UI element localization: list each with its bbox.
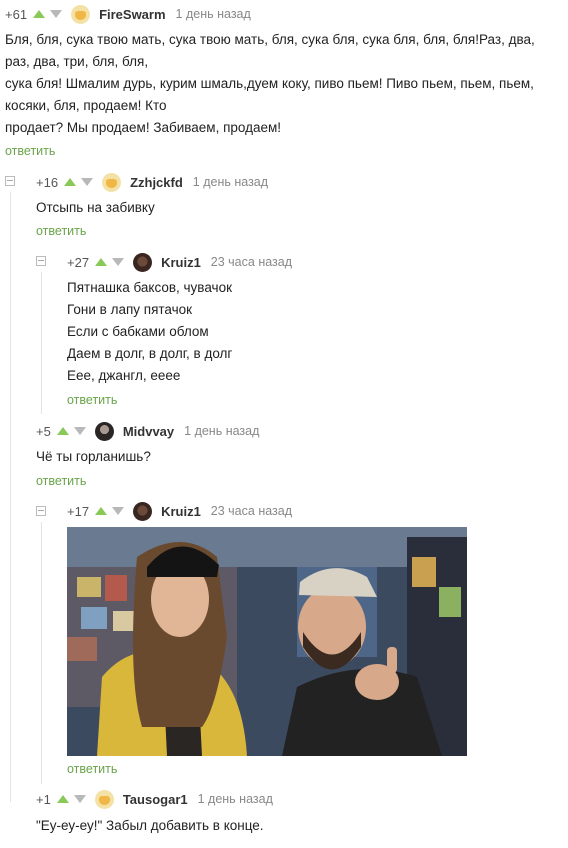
comment-text-line: продает? Мы продаем! Забиваем, продаем! (5, 120, 282, 135)
comment-text-line: Еее, джангл, ееее (67, 368, 181, 383)
comment-text-line: сука бля! Шмалим дурь, курим шмаль,дуем … (5, 76, 534, 91)
avatar[interactable] (71, 4, 91, 24)
comment-author[interactable]: Zzhjckfd (130, 175, 183, 190)
upvote-icon[interactable] (56, 427, 69, 435)
comment-time[interactable]: 1 день назад (193, 175, 268, 189)
comment-header: +16 Zzhjckfd 1 день назад (36, 172, 268, 192)
avatar[interactable] (133, 501, 153, 521)
comment-body: Пятнашка баксов, чувачок Гони в лапу пят… (67, 277, 232, 387)
comment-author[interactable]: Kruiz1 (161, 255, 201, 270)
upvote-icon[interactable] (56, 795, 69, 803)
comment-rating: +16 (36, 174, 59, 190)
collapse-icon[interactable] (36, 256, 46, 266)
comment-rating: +17 (67, 503, 90, 519)
comment-text-line: Бля, бля, сука твою мать, сука твою мать… (5, 32, 535, 47)
comment-rating: +1 (36, 791, 51, 807)
thread-line[interactable] (41, 522, 42, 784)
avatar[interactable] (102, 172, 122, 192)
downvote-icon[interactable] (73, 427, 86, 435)
comment-image[interactable] (67, 527, 467, 756)
reply-link[interactable]: ответить (67, 762, 117, 776)
avatar[interactable] (94, 789, 114, 809)
comment-body: Отсыпь на забивку (36, 197, 155, 219)
comment-time[interactable]: 1 день назад (176, 7, 251, 21)
comment-body: "Еу-еу-еу!" Забыл добавить в конце. (36, 815, 264, 837)
downvote-icon[interactable] (112, 507, 125, 515)
upvote-icon[interactable] (64, 178, 77, 186)
comment-time[interactable]: 1 день назад (184, 424, 259, 438)
comment-image-graphic (67, 527, 467, 756)
upvote-icon[interactable] (33, 10, 46, 18)
comment-body: Чё ты горланишь? (36, 446, 151, 468)
comment-header: +17 Kruiz1 23 часа назад (67, 501, 292, 521)
reply-link[interactable]: ответить (67, 393, 117, 407)
comment-author[interactable]: Tausogar1 (123, 792, 188, 807)
thread-line[interactable] (41, 272, 42, 414)
downvote-icon[interactable] (73, 795, 86, 803)
comment-author[interactable]: Midvvay (123, 424, 174, 439)
comment-header: +1 Tausogar1 1 день назад (36, 789, 273, 809)
comment-text-line: "Еу-еу-еу!" Забыл добавить в конце. (36, 818, 264, 833)
collapse-icon[interactable] (36, 506, 46, 516)
comment-text-line: Отсыпь на забивку (36, 200, 155, 215)
comment-text-line: Даем в долг, в долг, в долг (67, 346, 233, 361)
downvote-icon[interactable] (112, 258, 125, 266)
comment-header: +27 Kruiz1 23 часа назад (67, 252, 292, 272)
upvote-icon[interactable] (95, 258, 108, 266)
reply-link[interactable]: ответить (36, 224, 86, 238)
comment-header: +61 FireSwarm 1 день назад (5, 4, 251, 24)
comment-body: Бля, бля, сука твою мать, сука твою мать… (5, 29, 563, 139)
downvote-icon[interactable] (81, 178, 94, 186)
collapse-icon[interactable] (5, 176, 15, 186)
comment-author[interactable]: Kruiz1 (161, 504, 201, 519)
comment-author[interactable]: FireSwarm (99, 7, 165, 22)
comment-text-line: раз, два, три, бля, бля, (5, 54, 149, 69)
comment-text-line: Чё ты горланишь? (36, 449, 151, 464)
comment-time[interactable]: 23 часа назад (211, 255, 292, 269)
comment-text-line: Гони в лапу пятачок (67, 302, 193, 317)
avatar[interactable] (133, 252, 153, 272)
comment-rating: +27 (67, 254, 90, 270)
downvote-icon[interactable] (50, 10, 63, 18)
comment-text-line: Пятнашка баксов, чувачок (67, 280, 232, 295)
comment-text-line: Если с бабками облом (67, 324, 209, 339)
comment-text-line: косяки, бля, продаем! Кто (5, 98, 167, 113)
reply-link[interactable]: ответить (5, 144, 55, 158)
comment-rating: +61 (5, 6, 28, 22)
upvote-icon[interactable] (95, 507, 108, 515)
reply-link[interactable]: ответить (36, 474, 86, 488)
comment-time[interactable]: 1 день назад (198, 792, 273, 806)
thread-line[interactable] (10, 192, 11, 802)
comment-time[interactable]: 23 часа назад (211, 504, 292, 518)
comment-rating: +5 (36, 423, 51, 439)
comment-header: +5 Midvvay 1 день назад (36, 421, 259, 441)
avatar[interactable] (94, 421, 114, 441)
